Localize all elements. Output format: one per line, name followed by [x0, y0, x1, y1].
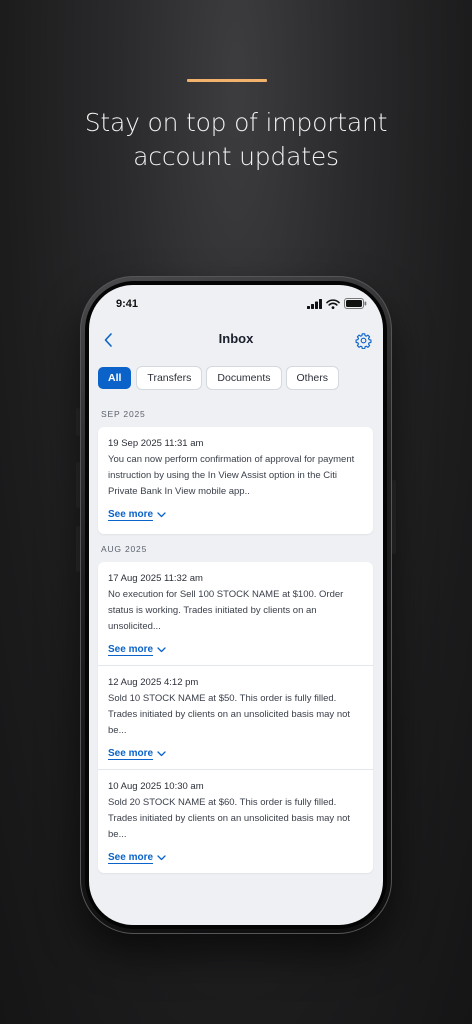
battery-icon — [344, 298, 367, 309]
see-more-link[interactable]: See more — [108, 506, 166, 524]
section-label-aug-2025: AUG 2025 — [101, 544, 148, 554]
message-item[interactable]: 19 Sep 2025 11:31 am You can now perform… — [98, 427, 373, 534]
message-card-aug-2025: 17 Aug 2025 11:32 am No execution for Se… — [98, 562, 373, 873]
inbox-header: Inbox — [89, 325, 383, 355]
chevron-down-icon — [157, 854, 166, 860]
see-more-label: See more — [108, 508, 154, 521]
settings-button[interactable] — [353, 329, 373, 351]
message-item[interactable]: 10 Aug 2025 10:30 am Sold 20 STOCK NAME … — [98, 769, 373, 873]
message-body: Sold 10 STOCK NAME at $50. This order is… — [108, 693, 351, 737]
phone-screen: 9:41 Inbox All Transfers Documents Other… — [89, 285, 383, 925]
message-body: You can now perform confirmation of appr… — [108, 454, 355, 498]
section-label-sep-2025: SEP 2025 — [101, 409, 146, 419]
gear-icon — [354, 332, 372, 349]
see-more-label: See more — [108, 851, 154, 864]
see-more-label: See more — [108, 643, 154, 656]
accent-line — [187, 79, 267, 82]
chevron-down-icon — [157, 511, 166, 517]
message-card-sep-2025: 19 Sep 2025 11:31 am You can now perform… — [98, 427, 373, 534]
message-date: 10 Aug 2025 10:30 am — [108, 781, 204, 792]
filter-tabs: All Transfers Documents Others — [98, 367, 339, 389]
see-more-label: See more — [108, 747, 154, 760]
promo-headline: Stay on top of important account updates — [0, 106, 472, 174]
status-bar: 9:41 — [89, 285, 383, 325]
message-date: 12 Aug 2025 4:12 pm — [108, 677, 199, 688]
wifi-icon — [326, 298, 340, 309]
see-more-link[interactable]: See more — [108, 641, 166, 659]
headline-line-2: account updates — [133, 142, 339, 171]
status-time: 9:41 — [116, 298, 139, 310]
headline-line-1: Stay on top of important — [84, 108, 388, 137]
tab-all[interactable]: All — [98, 367, 132, 389]
message-body: No execution for Sell 100 STOCK NAME at … — [108, 589, 344, 633]
message-date: 19 Sep 2025 11:31 am — [108, 438, 204, 449]
message-date: 17 Aug 2025 11:32 am — [108, 573, 203, 584]
tab-others[interactable]: Others — [286, 367, 339, 389]
tab-documents[interactable]: Documents — [207, 367, 281, 389]
chevron-down-icon — [157, 646, 166, 652]
chevron-down-icon — [157, 750, 166, 756]
page-title: Inbox — [218, 331, 254, 346]
see-more-link[interactable]: See more — [108, 849, 166, 867]
phone-side-button — [392, 480, 396, 554]
see-more-link[interactable]: See more — [108, 745, 166, 763]
status-icons — [307, 298, 367, 309]
message-item[interactable]: 17 Aug 2025 11:32 am No execution for Se… — [98, 562, 373, 665]
message-item[interactable]: 12 Aug 2025 4:12 pm Sold 10 STOCK NAME a… — [98, 665, 373, 769]
tab-transfers[interactable]: Transfers — [137, 367, 202, 389]
signal-icon — [307, 298, 322, 309]
message-body: Sold 20 STOCK NAME at $60. This order is… — [108, 797, 351, 841]
